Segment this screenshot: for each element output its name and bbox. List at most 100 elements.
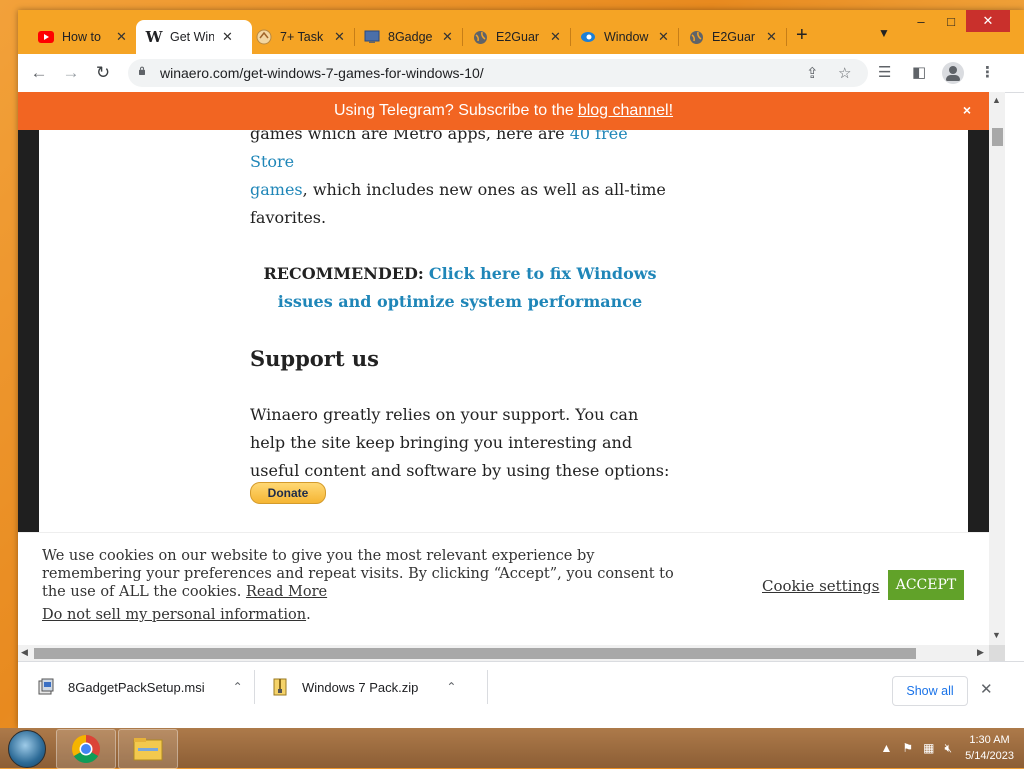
folder-icon: [132, 736, 164, 762]
scrollbar-corner: [989, 645, 1005, 661]
new-tab-button[interactable]: +: [796, 24, 808, 47]
store-games-link-2[interactable]: games: [250, 180, 303, 199]
show-all-downloads-button[interactable]: Show all: [892, 676, 968, 706]
donate-button[interactable]: Donate: [250, 482, 326, 504]
tab-title: 7+ Task: [280, 30, 326, 44]
do-not-sell-link[interactable]: Do not sell my personal information: [42, 607, 306, 623]
browser-window: How to ✕ W Get Win ✕ 7+ Task ✕ 8Gadge ✕: [18, 10, 1024, 728]
tab-search-chevron-icon[interactable]: ▼: [878, 26, 890, 40]
chevron-up-icon[interactable]: ⌃: [446, 680, 456, 694]
windows-taskbar: ▲ ⚑ ▦ 🔇︎ 1:30 AM 5/14/2023: [0, 728, 1024, 768]
downloads-bar: 8GadgetPackSetup.msi ⌃ Windows 7 Pack.zi…: [18, 661, 1024, 729]
tab-close-icon[interactable]: ✕: [658, 29, 669, 45]
clock-time: 1:30 AM: [965, 732, 1014, 748]
scroll-left-icon[interactable]: ◀: [21, 647, 28, 658]
reading-list-icon[interactable]: ☰: [878, 63, 891, 81]
lock-icon: [137, 66, 147, 75]
volume-muted-icon[interactable]: 🔇︎: [945, 741, 953, 756]
youtube-icon: [38, 29, 54, 45]
scroll-right-icon[interactable]: ▶: [977, 647, 984, 658]
browser-toolbar: ← → ↻ winaero.com/get-windows-7-games-fo…: [18, 54, 1024, 93]
tab-get-windows-games[interactable]: W Get Win ✕: [136, 20, 252, 54]
tab-taskbar-tweaker[interactable]: 7+ Task ✕: [250, 20, 356, 54]
zip-file-icon: [272, 678, 288, 696]
tab-windows[interactable]: Window ✕: [574, 20, 680, 54]
tab-close-icon[interactable]: ✕: [442, 29, 453, 45]
read-more-link[interactable]: Read More: [246, 584, 327, 600]
edge-icon: [580, 29, 596, 45]
bookmark-star-icon[interactable]: ☆: [838, 64, 851, 82]
clock-date: 5/14/2023: [965, 748, 1014, 764]
tab-title: 8Gadge: [388, 30, 434, 44]
article-body: games which are Metro apps, here are 40 …: [250, 120, 670, 485]
banner-text: Using Telegram? Subscribe to the: [334, 102, 574, 120]
tab-close-icon[interactable]: ✕: [334, 29, 345, 45]
forward-arrow-icon[interactable]: →: [60, 62, 82, 84]
chevron-up-icon[interactable]: ⌃: [233, 680, 243, 694]
banner-close-icon[interactable]: ×: [963, 102, 971, 118]
share-icon[interactable]: ⇪: [806, 64, 819, 82]
download-filename: Windows 7 Pack.zip: [302, 680, 418, 695]
recommended-block: RECOMMENDED: Click here to fix Windows i…: [250, 260, 670, 316]
address-bar[interactable]: winaero.com/get-windows-7-games-for-wind…: [128, 59, 868, 87]
vertical-scroll-thumb[interactable]: [992, 128, 1003, 146]
url-text[interactable]: winaero.com/get-windows-7-games-for-wind…: [160, 65, 484, 81]
maximize-button[interactable]: □: [936, 10, 966, 32]
taskbar-clock[interactable]: 1:30 AM 5/14/2023: [965, 732, 1014, 764]
tab-close-icon[interactable]: ✕: [766, 29, 777, 45]
tab-close-icon[interactable]: ✕: [222, 29, 233, 45]
download-filename: 8GadgetPackSetup.msi: [68, 680, 205, 695]
tab-close-icon[interactable]: ✕: [116, 29, 127, 45]
network-icon[interactable]: ▦: [923, 741, 934, 755]
tab-e2guardian-2[interactable]: E2Guar ✕: [682, 20, 788, 54]
action-center-flag-icon[interactable]: ⚑: [902, 741, 913, 755]
taskbar-tweaker-icon: [256, 29, 272, 45]
tab-title: E2Guar: [496, 30, 542, 44]
cookie-settings-link[interactable]: Cookie settings: [762, 577, 879, 595]
show-hidden-icons-icon[interactable]: ▲: [881, 741, 893, 755]
start-button[interactable]: [8, 730, 46, 768]
intro-paragraph: games which are Metro apps, here are 40 …: [250, 120, 670, 232]
cookie-consent-bar: We use cookies on our website to give yo…: [18, 532, 989, 645]
vertical-scrollbar[interactable]: ▲ ▼: [989, 92, 1005, 645]
taskbar-chrome[interactable]: [56, 729, 116, 769]
do-not-sell-line: Do not sell my personal information.: [42, 607, 311, 623]
scroll-up-icon[interactable]: ▲: [992, 95, 1001, 105]
tab-title: E2Guar: [712, 30, 758, 44]
download-item-zip[interactable]: Windows 7 Pack.zip ⌃: [272, 662, 456, 712]
tab-8gadget[interactable]: 8Gadge ✕: [358, 20, 464, 54]
accept-cookies-button[interactable]: ACCEPT: [888, 570, 964, 600]
side-panel-icon[interactable]: ◧: [912, 63, 926, 81]
globe-icon: [688, 29, 704, 45]
tab-close-icon[interactable]: ✕: [550, 29, 561, 45]
gadget-pack-icon: [364, 29, 380, 45]
taskbar-explorer[interactable]: [118, 729, 178, 769]
reload-icon[interactable]: ↻: [92, 62, 114, 84]
menu-kebab-icon[interactable]: ⋮: [980, 63, 995, 81]
back-arrow-icon[interactable]: ←: [28, 62, 50, 84]
close-downloads-icon[interactable]: ✕: [980, 680, 993, 698]
close-window-button[interactable]: ✕: [966, 10, 1010, 32]
tab-title: Get Win: [170, 30, 214, 44]
globe-icon: [472, 29, 488, 45]
horizontal-scrollbar[interactable]: ◀ ▶: [18, 645, 989, 661]
winaero-icon: W: [146, 29, 162, 45]
support-heading: Support us: [250, 346, 670, 371]
download-item-msi[interactable]: 8GadgetPackSetup.msi ⌃: [38, 662, 243, 712]
tab-title: Window: [604, 30, 650, 44]
chrome-icon: [71, 734, 101, 764]
horizontal-scroll-thumb[interactable]: [34, 648, 916, 659]
scroll-down-icon[interactable]: ▼: [992, 630, 1001, 640]
blog-channel-link[interactable]: blog channel!: [578, 102, 673, 120]
support-paragraph: Winaero greatly relies on your support. …: [250, 401, 670, 485]
msi-file-icon: [38, 678, 54, 696]
system-tray: ▲ ⚑ ▦ 🔇︎ 1:30 AM 5/14/2023: [876, 728, 1024, 768]
tab-how-to[interactable]: How to ✕: [32, 20, 138, 54]
profile-avatar-icon[interactable]: [942, 62, 964, 84]
telegram-banner: Using Telegram? Subscribe to the blog ch…: [18, 92, 989, 130]
minimize-button[interactable]: –: [906, 10, 936, 32]
recommended-label: RECOMMENDED:: [263, 264, 423, 283]
tab-e2guardian-1[interactable]: E2Guar ✕: [466, 20, 572, 54]
window-controls: – □ ✕: [906, 10, 1010, 32]
page-viewport: games which are Metro apps, here are 40 …: [18, 92, 989, 645]
